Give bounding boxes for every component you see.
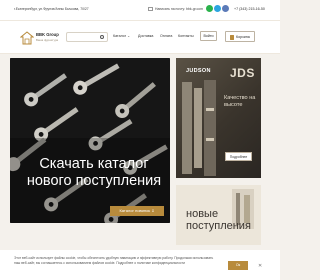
whatsapp-icon[interactable] <box>206 5 213 12</box>
header: BBK Group Ваша фурнитура Каталог ⌄ Доста… <box>0 20 280 54</box>
vk-icon[interactable] <box>222 5 229 12</box>
nav-contacts[interactable]: Контакты <box>178 34 194 38</box>
judson-logo: JUDSON <box>186 68 211 74</box>
login-button[interactable]: Войти <box>200 31 217 41</box>
cookie-accept-button[interactable]: Ок <box>228 261 248 270</box>
phone-link[interactable]: +7 (343) 215-16-50 <box>234 7 265 11</box>
nav-payment[interactable]: Оплата <box>160 34 172 38</box>
hero-title: Скачать каталог нового поступления <box>26 156 162 189</box>
new-arrivals-title: новые поступления <box>186 208 251 232</box>
brand-name[interactable]: BBK Group <box>36 32 59 37</box>
hinge-product-image <box>182 80 216 176</box>
promo-card-judson[interactable]: JUDSON JDS Качество на высоте Подробнее <box>176 58 261 178</box>
keys-illustration <box>10 58 170 223</box>
promo-details-button[interactable]: Подробнее <box>225 152 252 161</box>
nav-catalog[interactable]: Каталог ⌄ <box>113 34 130 38</box>
search-input[interactable] <box>66 32 108 42</box>
promo-card-new-arrivals[interactable]: новые поступления <box>176 185 261 245</box>
telegram-icon[interactable] <box>214 5 221 12</box>
cart-button[interactable]: Корзина <box>225 31 255 42</box>
jds-mark: JDS <box>230 66 255 80</box>
brand-logo-icon[interactable] <box>20 31 34 45</box>
cookie-text: Этот веб-сайт использует файлы cookie, ч… <box>14 256 214 265</box>
email-text: Написать на почту: bbk-gr.com <box>155 7 203 11</box>
catalog-download-button[interactable]: Каталог новинок ⇓ <box>110 206 164 216</box>
email-link[interactable]: Написать на почту: bbk-gr.com <box>148 7 203 11</box>
close-icon[interactable]: ✕ <box>258 263 262 269</box>
hero-banner[interactable]: Скачать каталог нового поступления Катал… <box>10 58 170 223</box>
nav-delivery[interactable]: Доставка <box>138 34 153 38</box>
top-bar: г.Екатеринбург, ул.Фрунзе/Анны Бычкова, … <box>0 0 280 20</box>
brand-tagline: Ваша фурнитура <box>36 38 59 42</box>
cookie-banner: Этот веб-сайт использует файлы cookie, ч… <box>0 250 280 280</box>
cart-icon <box>230 34 234 40</box>
cart-label: Корзина <box>236 35 250 39</box>
address-text: г.Екатеринбург, ул.Фрунзе/Анны Бычкова, … <box>14 7 89 11</box>
envelope-icon <box>148 7 153 11</box>
search-icon[interactable] <box>100 35 104 39</box>
promo-card-text: Качество на высоте <box>224 95 256 108</box>
